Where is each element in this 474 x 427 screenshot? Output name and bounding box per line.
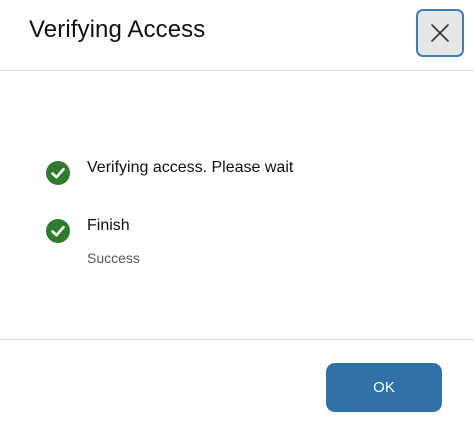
dialog-title: Verifying Access (29, 16, 206, 43)
dialog-header: Verifying Access (0, 0, 474, 71)
close-icon (431, 24, 449, 42)
check-circle-icon (46, 219, 70, 243)
check-circle-icon (46, 161, 70, 185)
step-label: Verifying access. Please wait (87, 159, 294, 176)
ok-button[interactable]: OK (326, 363, 442, 412)
step-status-text: Success (87, 250, 140, 266)
close-button[interactable] (416, 9, 464, 57)
verifying-access-dialog: Verifying Access Verifying access. Pleas… (0, 0, 474, 427)
dialog-footer: OK (0, 339, 474, 427)
step-label: Finish (87, 217, 130, 234)
dialog-body: Verifying access. Please wait Finish Suc… (0, 71, 474, 339)
